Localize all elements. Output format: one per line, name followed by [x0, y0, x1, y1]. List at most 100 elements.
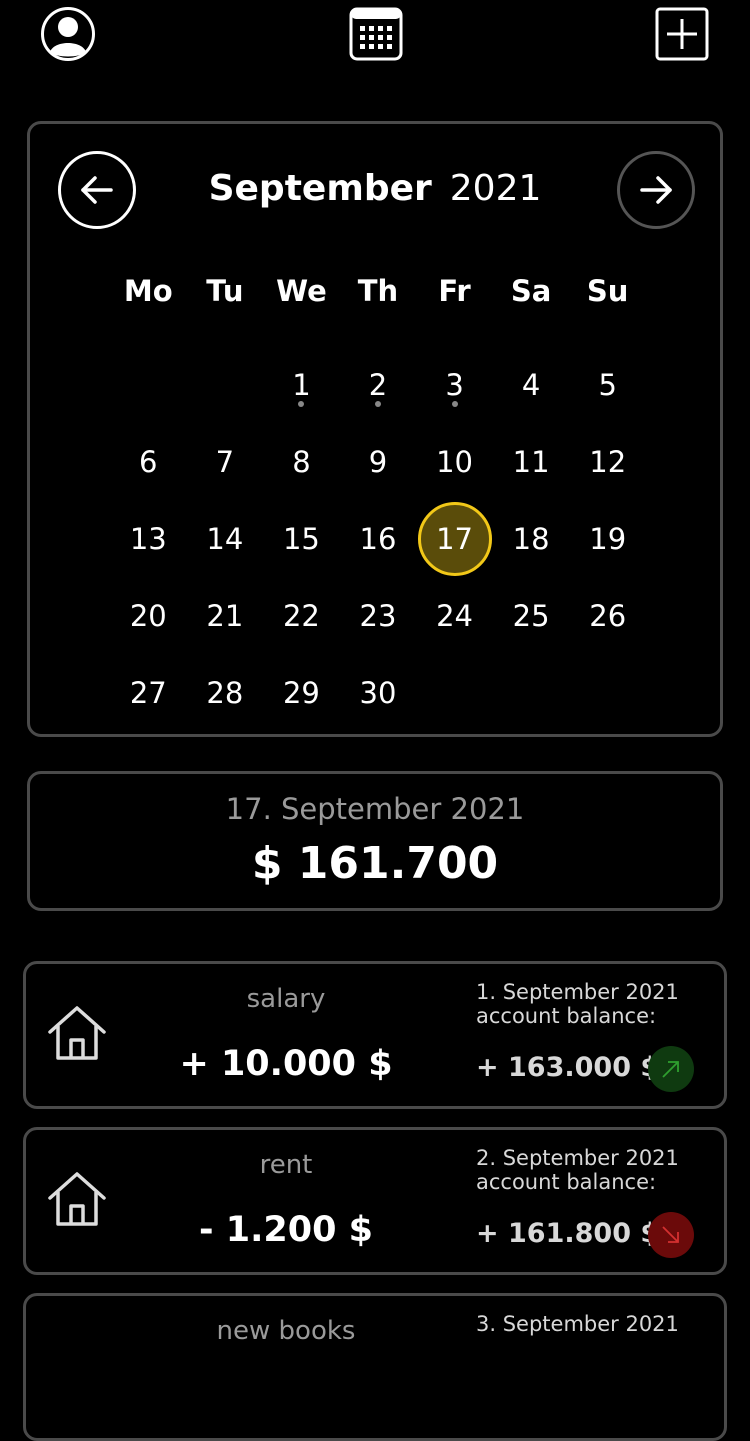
profile-button[interactable]	[38, 4, 98, 64]
calendar-day[interactable]: 28	[187, 654, 264, 731]
year: 2021	[449, 168, 542, 209]
day-number: 24	[436, 598, 474, 633]
plus-square-icon	[655, 7, 709, 61]
user-circle-icon	[41, 7, 95, 61]
transaction-card[interactable]: salary + 10.000 $ 1. September 2021 acco…	[23, 961, 727, 1109]
calendar-day[interactable]: 15	[263, 500, 340, 577]
calendar-day[interactable]: 23	[340, 577, 417, 654]
calendar-day[interactable]: 3	[416, 346, 493, 423]
calendar-day[interactable]: 13	[110, 500, 187, 577]
balance-label: account balance:	[476, 1004, 657, 1028]
day-number: 7	[215, 444, 235, 479]
transaction-date-text: 3. September 2021	[476, 1312, 679, 1336]
transaction-date: 1. September 2021 account balance:	[476, 980, 679, 1028]
weekday-label: Fr	[438, 274, 471, 308]
transaction-name: salary	[246, 984, 326, 1014]
calendar-card: September 2021 Mo Tu We Th Fr Sa Su 12345…	[27, 121, 723, 737]
transaction-name: new books	[216, 1316, 356, 1346]
day-number: 5	[598, 367, 617, 402]
day-number: 8	[292, 444, 311, 479]
day-number: 18	[512, 521, 550, 556]
add-transaction-button[interactable]	[652, 4, 712, 64]
day-number: 30	[359, 675, 397, 710]
calendar-day[interactable]: 11	[493, 423, 570, 500]
day-number: 9	[368, 444, 388, 479]
transaction-date-text: 2. September 2021	[476, 1146, 679, 1170]
transaction-card[interactable]: new books 3. September 2021	[23, 1293, 727, 1441]
arrow-right-icon	[640, 176, 672, 204]
day-number: 26	[589, 598, 627, 633]
month-name: September	[208, 168, 432, 209]
next-month-button[interactable]	[617, 151, 695, 229]
calendar-day[interactable]: 30	[340, 654, 417, 731]
selected-day-summary: 17. September 2021 $ 161.700	[27, 771, 723, 911]
day-number: 1	[292, 367, 311, 402]
summary-balance: $ 161.700	[251, 838, 499, 889]
transaction-card[interactable]: rent - 1.200 $ 2. September 2021 account…	[23, 1127, 727, 1275]
calendar-day[interactable]: 4	[493, 346, 570, 423]
day-number: 10	[436, 444, 474, 479]
calendar-day[interactable]: 21	[187, 577, 264, 654]
day-number: 25	[512, 598, 550, 633]
day-number: 13	[129, 521, 167, 556]
trend-indicator	[648, 1212, 694, 1258]
day-number: 16	[359, 521, 397, 556]
house-icon	[48, 1172, 106, 1226]
calendar-day[interactable]: 22	[263, 577, 340, 654]
day-number: 27	[129, 675, 167, 710]
transaction-date-text: 1. September 2021	[476, 980, 679, 1004]
calendar-icon	[349, 7, 403, 61]
calendar-day[interactable]: 20	[110, 577, 187, 654]
day-number: 12	[589, 444, 627, 479]
transaction-date: 3. September 2021	[476, 1312, 679, 1336]
event-dot	[298, 401, 305, 407]
transaction-date: 2. September 2021 account balance:	[476, 1146, 679, 1194]
event-dot	[451, 401, 458, 407]
calendar-day[interactable]: 1	[263, 346, 340, 423]
weekday-label: Mo	[123, 274, 173, 308]
trend-up-icon	[662, 1061, 679, 1078]
calendar-day[interactable]: 7	[187, 423, 264, 500]
calendar-day[interactable]: 19	[569, 500, 646, 577]
calendar-day[interactable]: 8	[263, 423, 340, 500]
calendar-day-selected[interactable]: 17	[416, 500, 493, 577]
day-number: 28	[206, 675, 244, 710]
day-number: 22	[282, 598, 320, 633]
event-dot	[374, 401, 381, 407]
house-icon	[48, 1006, 106, 1060]
calendar-day[interactable]: 29	[263, 654, 340, 731]
calendar-day[interactable]: 5	[569, 346, 646, 423]
transaction-amount: + 10.000 $	[179, 1044, 393, 1084]
calendar-day-empty	[187, 346, 264, 423]
day-number: 15	[282, 521, 320, 556]
summary-date: 17. September 2021	[225, 792, 525, 826]
account-balance: + 163.000 $	[476, 1052, 660, 1083]
calendar-day[interactable]: 9	[340, 423, 417, 500]
transaction-name: rent	[259, 1150, 313, 1180]
calendar-day[interactable]: 14	[187, 500, 264, 577]
weekday-label: Su	[586, 274, 629, 308]
day-number: 14	[206, 521, 244, 556]
day-number: 17	[436, 521, 474, 556]
day-number: 20	[129, 598, 167, 633]
calendar-day[interactable]: 12	[569, 423, 646, 500]
calendar-day[interactable]: 2	[340, 346, 417, 423]
calendar-day[interactable]: 18	[493, 500, 570, 577]
day-number: 11	[512, 444, 550, 479]
calendar-day[interactable]: 25	[493, 577, 570, 654]
calendar-day[interactable]: 24	[416, 577, 493, 654]
calendar-day[interactable]: 6	[110, 423, 187, 500]
day-number: 2	[368, 367, 388, 402]
calendar-button[interactable]	[346, 4, 406, 64]
trend-indicator	[648, 1046, 694, 1092]
calendar-day[interactable]: 10	[416, 423, 493, 500]
day-number: 23	[359, 598, 397, 633]
calendar-day[interactable]: 26	[569, 577, 646, 654]
calendar-day-empty	[110, 346, 187, 423]
day-number: 21	[206, 598, 244, 633]
day-number: 3	[445, 367, 464, 402]
day-number: 29	[282, 675, 320, 710]
calendar-day[interactable]: 27	[110, 654, 187, 731]
weekday-label: We	[276, 274, 327, 308]
calendar-day[interactable]: 16	[340, 500, 417, 577]
